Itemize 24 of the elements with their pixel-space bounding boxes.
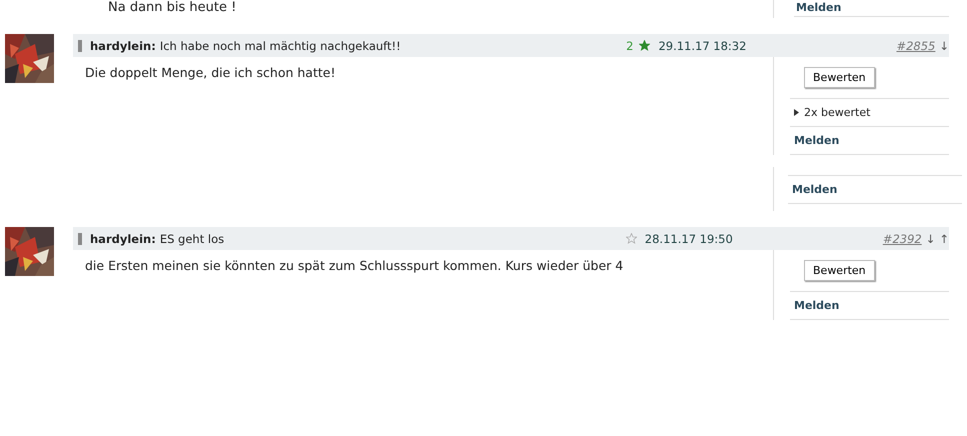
post-date: 29.11.17 18:32 <box>658 38 746 52</box>
rate-button[interactable]: Bewerten <box>804 260 875 281</box>
ratings-count: 2x bewertet <box>804 106 870 119</box>
rating-count: 2 <box>626 38 634 52</box>
post-number-link[interactable]: #2392 <box>882 232 922 246</box>
rate-button[interactable]: Bewerten <box>804 67 875 88</box>
post-date: 28.11.17 19:50 <box>644 232 733 246</box>
author-name: hardylein: <box>90 232 156 246</box>
report-link[interactable]: Melden <box>794 134 840 147</box>
post-text: Die doppelt Menge, die ich schon hatte! <box>84 64 336 82</box>
post-title: Ich habe noch mal mächtig nachgekauft!! <box>160 38 402 52</box>
jump-link[interactable]: ↓ <box>926 232 936 246</box>
post-text: Na dann bis heute ! <box>107 0 238 17</box>
jump-link[interactable]: ↑ <box>939 232 949 246</box>
report-link[interactable]: Melden <box>794 299 840 312</box>
post-number-link[interactable]: #2855 <box>896 38 936 52</box>
post-text: die Ersten meinen sie könnten zu spät zum Schlussspurt kommen. Kurs wieder über 4 <box>84 257 624 275</box>
report-link[interactable]: Melden <box>794 0 949 17</box>
jump-link[interactable]: ↓ <box>939 38 949 52</box>
report-link[interactable]: Melden <box>792 182 838 196</box>
post-title: ES geht los <box>160 232 226 246</box>
ratings-toggle[interactable]: 2x bewertet <box>790 98 949 126</box>
author-name: hardylein: <box>90 38 156 52</box>
caret-icon <box>794 109 799 116</box>
